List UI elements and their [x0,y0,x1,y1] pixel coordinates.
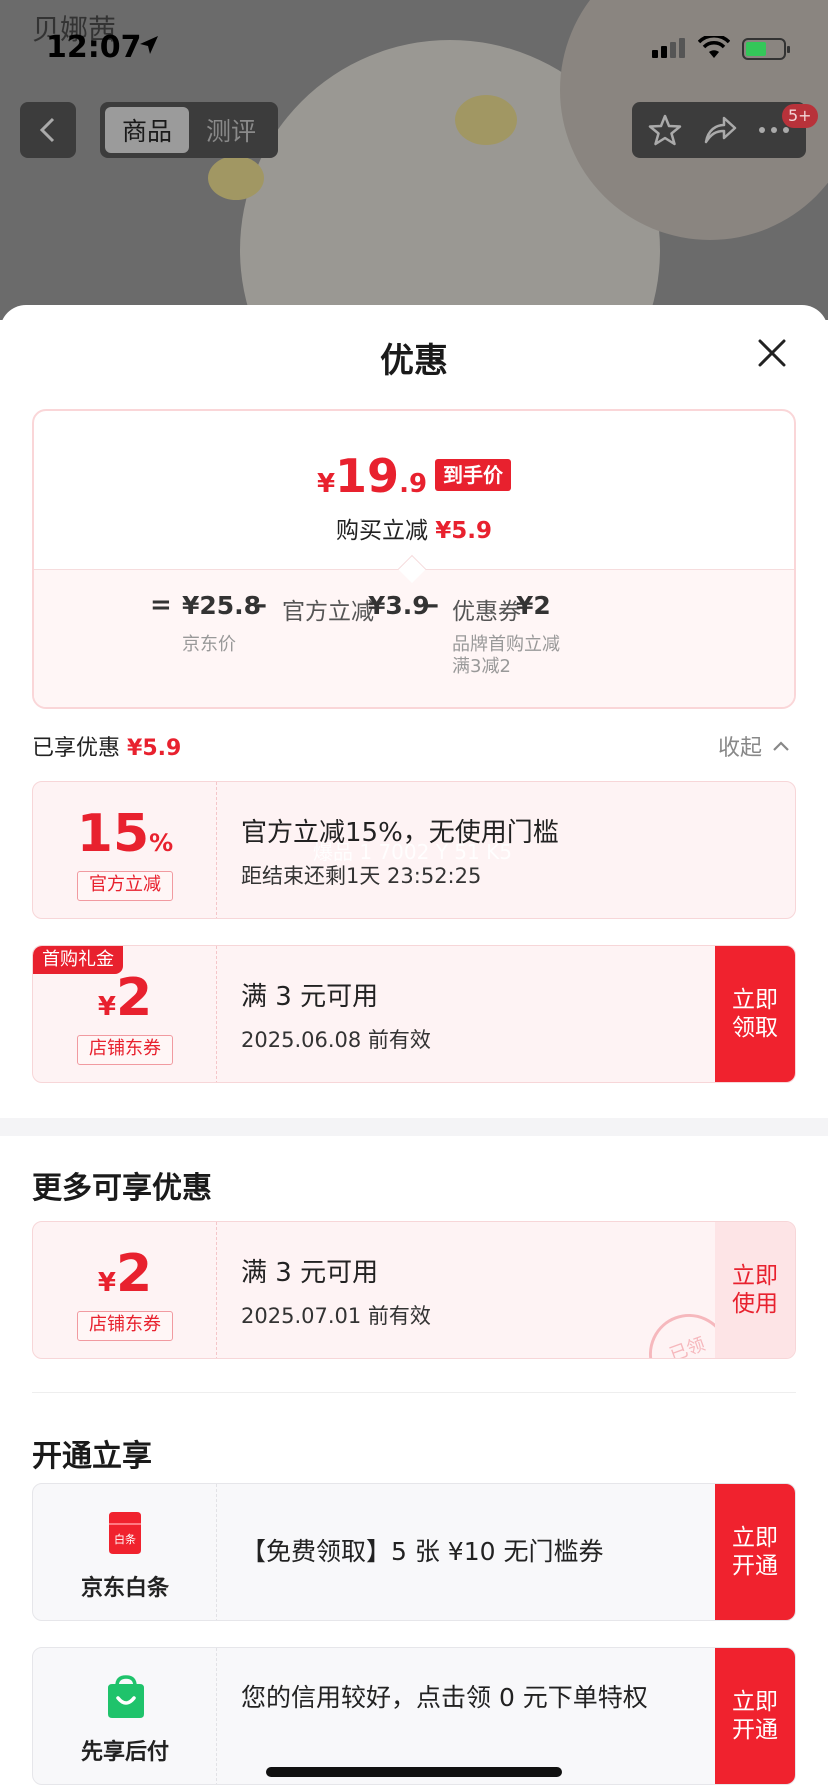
final-price-tag: 到手价 [435,459,512,491]
save-amount: ¥5.9 [435,518,493,544]
first-purchase-ribbon: 首购礼金 [33,946,123,974]
open-pay-later-button[interactable]: 立即 开通 [715,1648,795,1784]
service-pay-later: 先享后付 您的信用较好，点击领 0 元下单特权 立即 开通 [32,1647,796,1785]
coupon-kind: 官方立减 [77,871,173,901]
collapse-button[interactable]: 收起 [718,730,790,762]
product-tabs: 商品 测评 [100,102,278,158]
coupon-note-2: 满3减2 [452,656,511,677]
message-badge: 5+ [782,104,818,128]
official-discount-amount: ¥3.9 [368,591,430,620]
signal-icon [652,38,685,58]
coupon-kind: 店铺东券 [77,1035,173,1065]
chevron-up-icon [773,741,789,751]
shopping-bag-icon [108,1675,144,1718]
coupon-value: ¥2 [97,1244,153,1304]
back-icon [39,117,55,143]
service-name: 京东白条 [80,1576,169,1601]
service-offer: 【免费领取】5 张 ¥10 无门槛券 [241,1537,604,1566]
coupon-expiry: 2025.06.08 前有效 [241,1028,431,1052]
open-baitiao-button[interactable]: 立即 开通 [715,1484,795,1620]
enjoyed-amount: ¥5.9 [127,736,182,761]
sheet-title: 优惠 [380,341,448,381]
wifi-icon [698,36,730,58]
coupon-title: 满 3 元可用 [241,982,379,1012]
nav-actions [632,102,806,158]
coupon-discount-label: 优惠券 [452,599,521,625]
product-page-background: 贝娜茜 12:07 商品 测评 5+ [0,0,828,320]
service-offer: 您的信用较好，点击领 0 元下单特权 [241,1683,648,1712]
official-discount-label: 官方立减 [282,599,374,625]
discount-sheet: 优惠 ¥19.9 到手价 购买立减 ¥5.9 = ¥25.8 京东价 – 官方立减… [0,305,828,1792]
save-line: 购买立减 ¥5.9 [335,518,493,544]
flower-decoration [455,95,517,145]
coupon-countdown: 距结束还剩1天 23:52:25 [241,864,482,888]
back-button[interactable] [20,102,76,158]
svg-text:白条: 白条 [114,1532,136,1546]
section-separator [0,1118,828,1136]
price-formula: = ¥25.8 京东价 – 官方立减 ¥3.9 – 优惠券 ¥2 品牌首购立减 … [34,569,794,707]
coupon-expiry: 2025.07.01 前有效 [241,1304,431,1328]
final-price: ¥19.9 到手价 [34,449,794,503]
coupon-official-discount: 15% 官方立减 官方立减15%，无使用门槛 爆品 1 7002 Y 51 K5… [32,781,796,919]
base-price: ¥25.8 [182,591,262,620]
coupon-value: ¥2 [97,968,153,1028]
star-icon[interactable] [648,113,682,147]
status-time: 12:07 [46,30,142,65]
coupon-title: 满 3 元可用 [241,1258,379,1288]
claim-button[interactable]: 立即 领取 [715,946,795,1082]
open-to-enjoy-title: 开通立享 [32,1439,152,1474]
location-arrow-icon [140,36,158,54]
base-price-label: 京东价 [182,634,236,655]
flower-decoration [208,156,264,200]
service-baitiao: 白条 京东白条 【免费领取】5 张 ¥10 无门槛券 立即 开通 [32,1483,796,1621]
coupon-store: ¥2 店铺东券 首购礼金 满 3 元可用 2025.06.08 前有效 立即 领… [32,945,796,1083]
service-name: 先享后付 [80,1740,169,1765]
baitiao-logo-icon: 白条 [109,1512,141,1554]
battery-icon [742,38,790,60]
share-icon[interactable] [702,114,738,146]
use-button[interactable]: 立即 使用 [715,1222,795,1358]
tab-product[interactable]: 商品 [105,107,189,153]
coupon-kind: 店铺东券 [77,1311,173,1341]
enjoyed-discount: 已享优惠 ¥5.9 [32,736,182,761]
coupon-value: 15% [76,804,174,864]
coupon-more: ¥2 店铺东券 满 3 元可用 2025.07.01 前有效 已领 立即 使用 [32,1221,796,1359]
home-indicator[interactable] [266,1767,562,1777]
divider [32,1392,796,1393]
close-icon[interactable] [756,337,788,369]
price-summary-card: ¥19.9 到手价 购买立减 ¥5.9 = ¥25.8 京东价 – 官方立减 ¥3… [32,409,796,709]
more-icon[interactable] [758,125,790,135]
more-discounts-title: 更多可享优惠 [32,1171,212,1206]
coupon-discount-amount: ¥2 [516,591,551,620]
tab-reviews[interactable]: 测评 [189,107,273,153]
